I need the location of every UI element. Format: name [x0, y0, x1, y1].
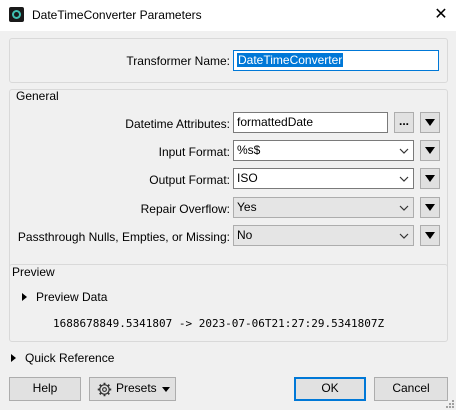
resize-grip-icon[interactable] [444, 398, 454, 408]
passthrough-menu-button[interactable] [420, 225, 440, 246]
datetime-attributes-input[interactable]: formattedDate [233, 112, 388, 133]
output-format-value: ISO [237, 171, 258, 185]
transformer-name-input[interactable]: DateTimeConverter [233, 50, 439, 71]
input-format-label: Input Format: [158, 145, 230, 159]
chevron-down-icon [399, 148, 409, 154]
datetime-attributes-browse-button[interactable]: ... [394, 112, 414, 133]
caret-down-icon [162, 387, 170, 392]
preview-data-toggle[interactable]: Preview Data [36, 290, 107, 304]
repair-overflow-value: Yes [237, 200, 257, 214]
chevron-down-icon [399, 233, 409, 239]
preview-legend: Preview [12, 265, 55, 279]
datetime-attributes-value: formattedDate [237, 115, 314, 129]
fme-transformer-icon [9, 7, 24, 22]
passthrough-label: Passthrough Nulls, Empties, or Missing: [17, 230, 230, 244]
title-bar: DateTimeConverter Parameters ✕ [0, 0, 456, 31]
cancel-button[interactable]: Cancel [374, 377, 448, 401]
input-format-combo[interactable]: %s$ [233, 140, 414, 161]
presets-label: Presets [116, 381, 157, 395]
transformer-name-value: DateTimeConverter [237, 53, 344, 67]
chevron-down-icon [399, 176, 409, 182]
repair-overflow-menu-button[interactable] [420, 197, 440, 218]
general-legend: General [16, 89, 59, 103]
close-icon[interactable]: ✕ [426, 0, 456, 30]
datetime-attributes-menu-button[interactable] [420, 112, 440, 133]
transformer-name-label: Transformer Name: [126, 54, 230, 68]
dialog-client: Transformer Name: DateTimeConverter Gene… [0, 31, 456, 410]
expand-arrow-icon[interactable] [22, 293, 27, 301]
output-format-label: Output Format: [149, 173, 230, 187]
passthrough-combo[interactable]: No [233, 225, 414, 246]
gear-icon [97, 382, 112, 397]
transformer-name-group: Transformer Name: DateTimeConverter [9, 38, 448, 83]
passthrough-value: No [237, 228, 253, 242]
presets-button[interactable]: Presets [89, 377, 176, 401]
datetime-attributes-label: Datetime Attributes: [125, 117, 230, 131]
window-title: DateTimeConverter Parameters [32, 8, 202, 22]
output-format-combo[interactable]: ISO [233, 168, 414, 189]
input-format-menu-button[interactable] [420, 140, 440, 161]
quick-reference-toggle[interactable]: Quick Reference [25, 351, 114, 365]
help-button[interactable]: Help [9, 377, 81, 401]
input-format-value: %s$ [237, 143, 261, 157]
repair-overflow-combo[interactable]: Yes [233, 197, 414, 218]
general-group: General Datetime Attributes: formattedDa… [9, 89, 448, 281]
output-format-menu-button[interactable] [420, 168, 440, 189]
repair-overflow-label: Repair Overflow: [140, 202, 230, 216]
preview-group: Preview Preview Data 1688678849.5341807 … [9, 264, 448, 342]
chevron-down-icon [399, 205, 409, 211]
preview-output: 1688678849.5341807 -> 2023-07-06T21:27:2… [53, 317, 385, 330]
expand-arrow-icon[interactable] [11, 354, 16, 362]
ok-button[interactable]: OK [294, 377, 366, 401]
